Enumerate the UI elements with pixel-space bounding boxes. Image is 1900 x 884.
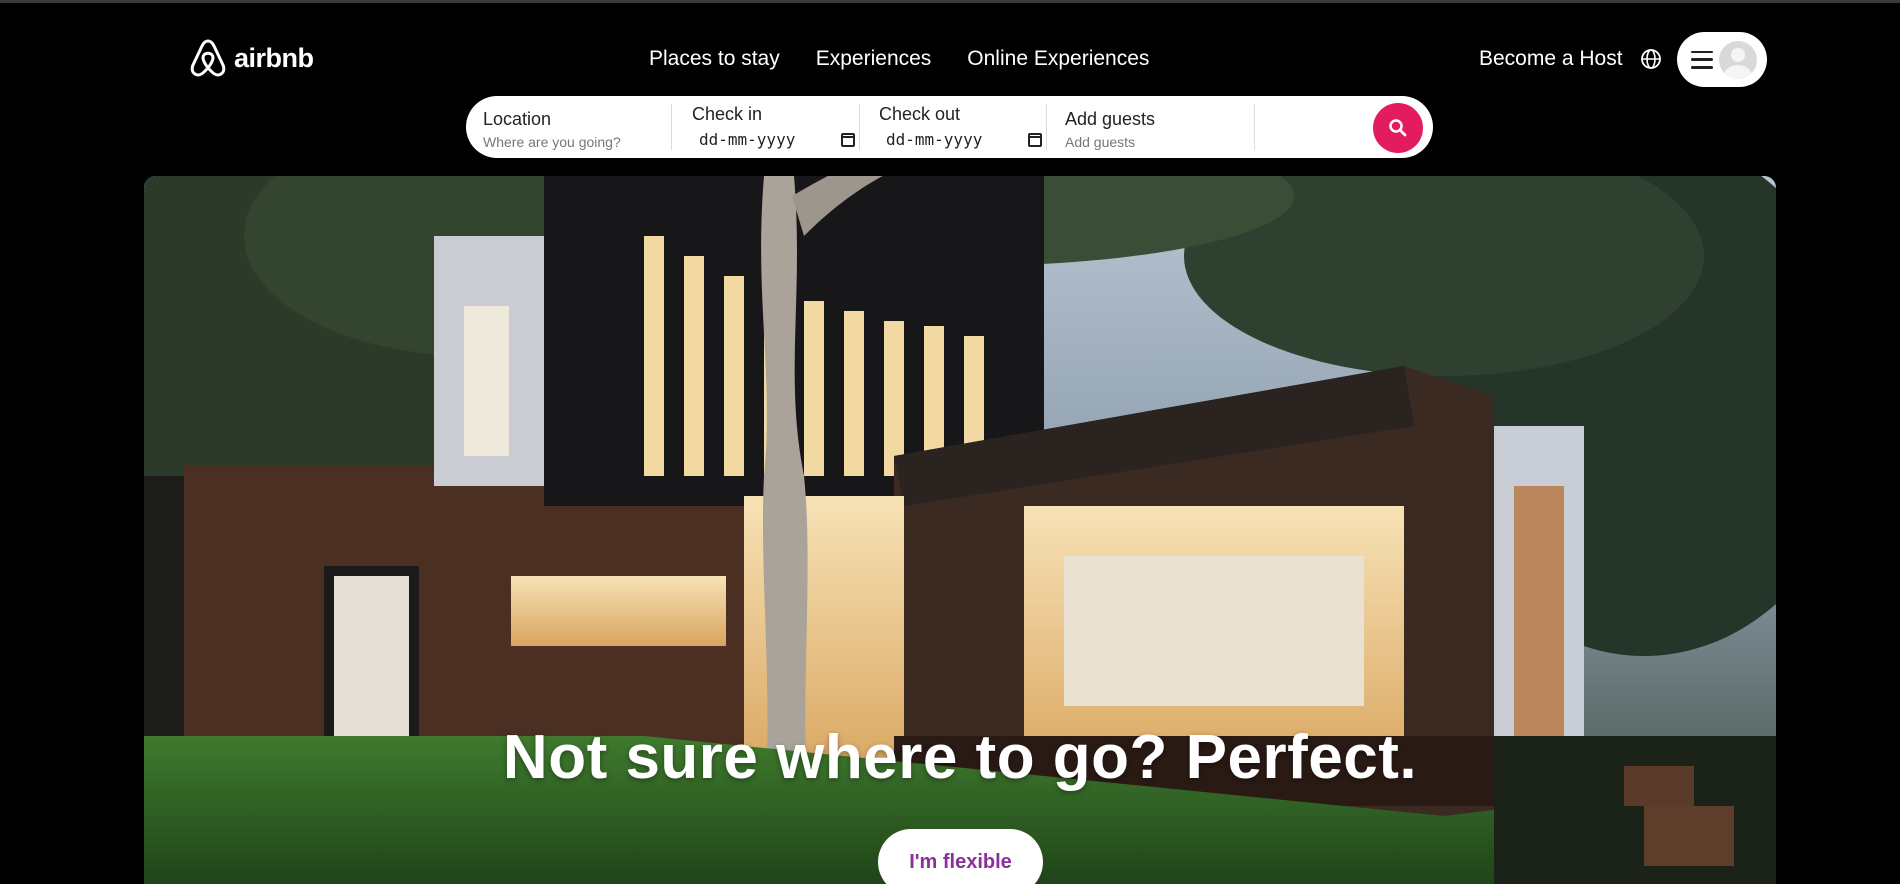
guests-label: Add guests — [1065, 109, 1156, 129]
site-header: airbnb Places to stay Experiences Online… — [0, 3, 1900, 93]
menu-icon — [1691, 50, 1713, 69]
location-placeholder: Where are you going? — [483, 134, 621, 150]
guests-field[interactable]: Add guests Add guests — [1047, 104, 1255, 150]
im-flexible-button[interactable]: I'm flexible — [878, 829, 1043, 884]
avatar-icon — [1719, 40, 1757, 79]
hero-title: Not sure where to go? Perfect. — [502, 723, 1418, 792]
airbnb-logo-icon — [190, 39, 226, 77]
nav-experiences[interactable]: Experiences — [816, 47, 932, 71]
checkin-field[interactable]: Check in dd-mm-yyyy — [672, 104, 860, 150]
location-field[interactable]: Location Where are you going? — [466, 104, 672, 150]
search-button[interactable] — [1373, 103, 1423, 153]
profile-menu-button[interactable] — [1677, 32, 1767, 87]
checkin-label: Check in — [692, 104, 763, 124]
hero-banner: Not sure where to go? Perfect. I'm flexi… — [144, 176, 1776, 884]
search-icon — [1389, 119, 1407, 137]
nav-places-to-stay[interactable]: Places to stay — [649, 47, 780, 71]
checkout-field[interactable]: Check out dd-mm-yyyy — [860, 104, 1047, 150]
globe-icon[interactable] — [1640, 48, 1662, 70]
become-host-link[interactable]: Become a Host — [1479, 47, 1623, 71]
guests-placeholder: Add guests — [1065, 134, 1136, 150]
brand-name: airbnb — [234, 42, 314, 73]
checkout-value: dd-mm-yyyy — [886, 130, 983, 149]
checkout-label: Check out — [879, 104, 961, 124]
calendar-icon[interactable] — [841, 132, 855, 147]
airbnb-logo[interactable]: airbnb — [188, 37, 314, 79]
calendar-icon[interactable] — [1028, 132, 1042, 147]
main-nav: Places to stay Experiences Online Experi… — [649, 47, 1149, 71]
checkout-date-input[interactable]: dd-mm-yyyy — [879, 130, 1046, 149]
location-label: Location — [483, 109, 552, 129]
checkin-date-input[interactable]: dd-mm-yyyy — [692, 130, 859, 149]
nav-online-experiences[interactable]: Online Experiences — [967, 47, 1149, 71]
checkin-value: dd-mm-yyyy — [699, 130, 796, 149]
search-bar: Location Where are you going? Check in d… — [466, 96, 1433, 158]
